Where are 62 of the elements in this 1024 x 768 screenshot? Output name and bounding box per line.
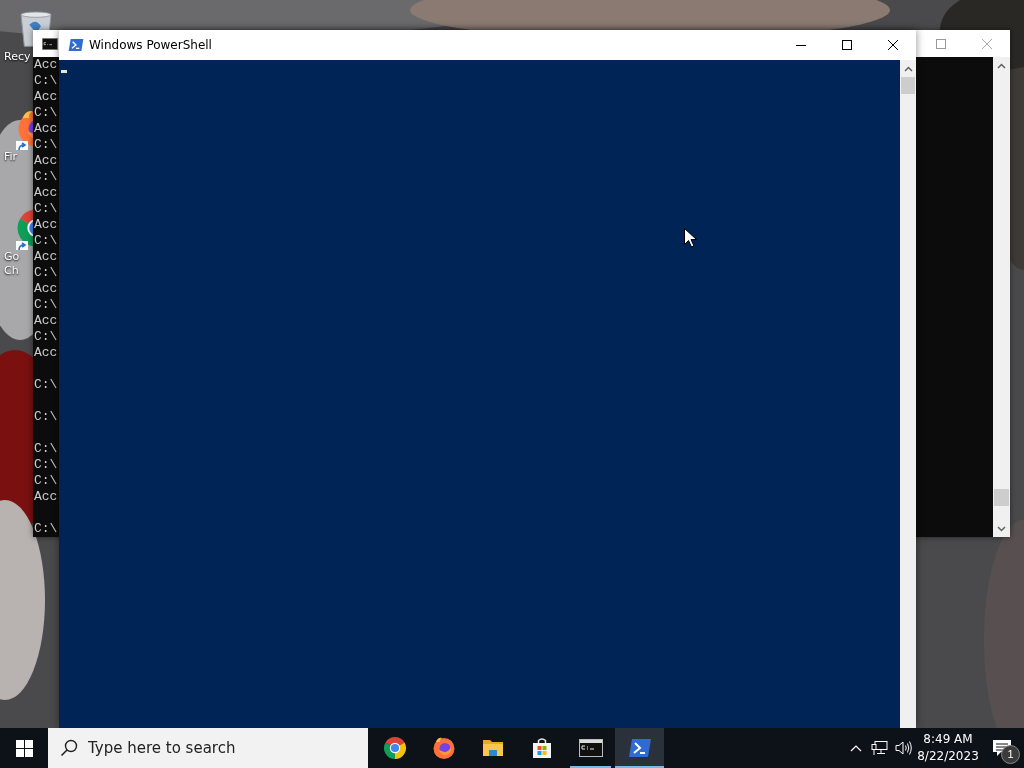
console-icon	[42, 37, 58, 50]
text-cursor	[61, 70, 67, 73]
chevron-up-icon	[997, 62, 1006, 69]
console-line: Acc	[34, 153, 58, 169]
icon-label: Ch	[4, 264, 19, 278]
console-line: C:\	[34, 441, 58, 457]
console-line: C:\	[34, 297, 58, 313]
console-line: C:\	[34, 329, 58, 345]
console-line: C:\	[34, 377, 58, 393]
console-line: Acc	[34, 121, 58, 137]
chevron-up-icon	[850, 744, 862, 752]
icon-label: Fir	[4, 150, 18, 164]
console-line: C:\	[34, 169, 58, 185]
pointer-icon	[684, 228, 697, 248]
console-line: C:\	[34, 265, 58, 281]
chevron-up-icon	[903, 65, 913, 72]
scroll-thumb[interactable]	[994, 489, 1009, 506]
powershell-icon	[68, 37, 84, 53]
search-field[interactable]: Type here to search	[48, 728, 368, 768]
maximize-icon	[936, 38, 946, 49]
scrollbar[interactable]	[993, 57, 1010, 537]
shortcut-arrow-icon	[16, 141, 28, 150]
window-title: Windows PowerShell	[89, 38, 212, 52]
maximize-icon	[842, 40, 852, 50]
console-icon	[578, 736, 603, 760]
windows-logo-icon	[15, 739, 33, 757]
console-line: C:\	[34, 137, 58, 153]
console-line: Acc	[34, 217, 58, 233]
close-icon	[981, 37, 993, 50]
powershell-icon	[627, 736, 652, 760]
console-line: C:\	[34, 233, 58, 249]
console-line: C:\	[34, 73, 58, 89]
console-line: Acc	[34, 489, 58, 505]
notification-count: 1	[1001, 745, 1020, 764]
chevron-down-icon	[997, 525, 1006, 532]
console-line: C:\	[34, 105, 58, 121]
notification-button[interactable]: 1	[980, 728, 1024, 768]
console-line: Acc	[34, 89, 58, 105]
console-line: Acc	[34, 185, 58, 201]
console-line: C:\	[34, 201, 58, 217]
close-icon	[887, 39, 899, 51]
firefox-icon	[431, 736, 456, 760]
search-icon	[60, 739, 78, 757]
icon-label: Recy	[4, 50, 31, 64]
console-line: C:\	[34, 457, 58, 473]
clock-date: 8/22/2023	[917, 748, 979, 765]
console-line: Acc	[34, 313, 58, 329]
console-line: C:\	[34, 409, 58, 425]
console-line: C:\	[34, 473, 58, 489]
console-line: Acc	[34, 281, 58, 297]
console-line: Acc	[34, 345, 58, 361]
clock-time: 8:49 AM	[923, 731, 973, 748]
chrome-icon	[382, 736, 407, 760]
scroll-thumb[interactable]	[901, 77, 915, 94]
console-line: Acc	[34, 57, 58, 73]
console-line: C:\	[34, 521, 58, 537]
taskbar-app-button[interactable]	[615, 728, 664, 768]
shortcut-arrow-icon	[16, 241, 28, 250]
scrollbar[interactable]	[900, 60, 916, 728]
icon-label: Go	[4, 250, 20, 264]
clock[interactable]: 8:49 AM 8/22/2023	[916, 728, 980, 768]
console-line: Acc	[34, 249, 58, 265]
